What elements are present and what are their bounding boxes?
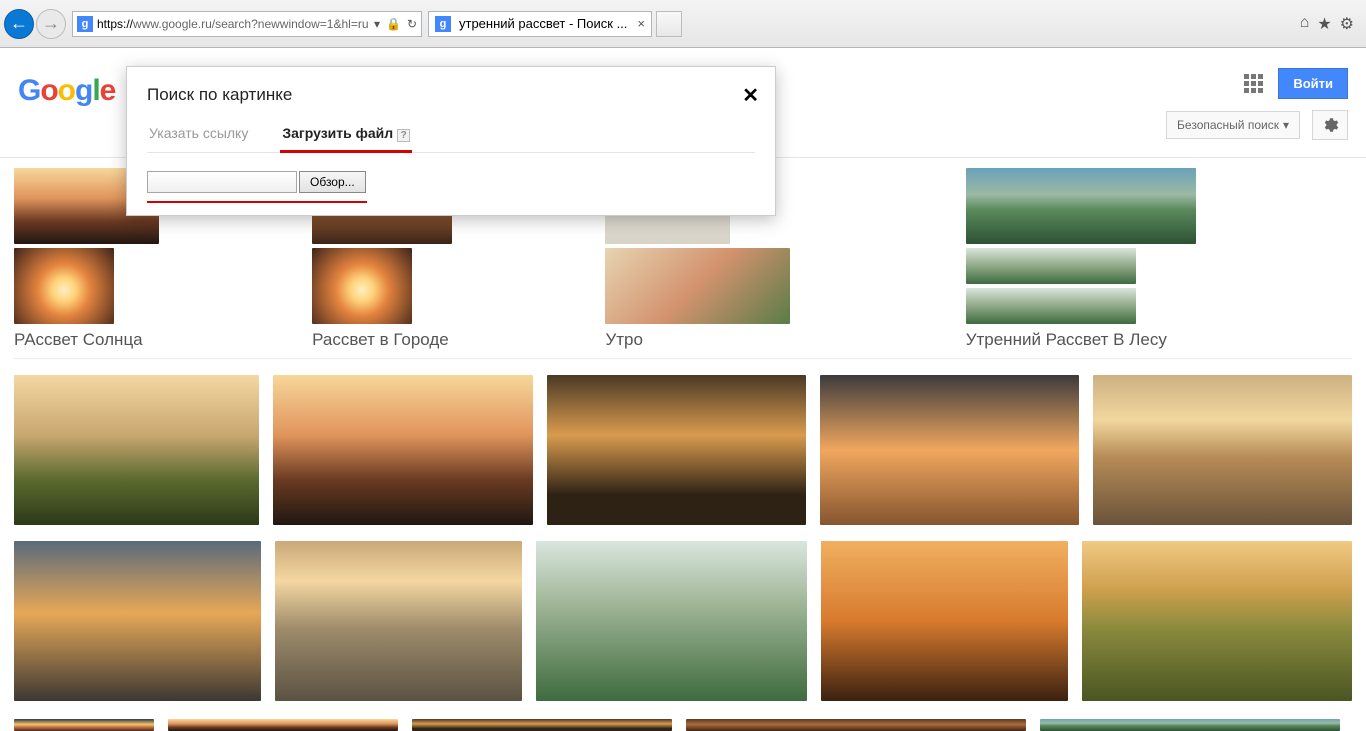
image-result[interactable]: [275, 541, 522, 701]
image-result[interactable]: [820, 375, 1079, 525]
image-result[interactable]: [1093, 375, 1352, 525]
browser-right-icons: ⌂ ★ ⚙: [1300, 14, 1362, 34]
image-result[interactable]: [1040, 719, 1340, 731]
tab-favicon-icon: g: [435, 16, 451, 32]
refresh-icon[interactable]: ↻: [407, 17, 417, 31]
browser-tab[interactable]: g утренний рассвет - Поиск ... ×: [428, 11, 652, 37]
image-result[interactable]: [14, 375, 259, 525]
related-thumb[interactable]: [312, 248, 412, 324]
tab-paste-url[interactable]: Указать ссылку: [147, 119, 250, 152]
image-result[interactable]: [536, 541, 808, 701]
lock-icon[interactable]: 🔒: [386, 17, 401, 31]
settings-gear-button[interactable]: [1312, 110, 1348, 140]
image-result[interactable]: [686, 719, 1026, 731]
dropdown-icon[interactable]: ▾: [374, 17, 380, 31]
related-group[interactable]: Утренний Рассвет В Лесу: [966, 168, 1352, 350]
search-tools-row: Безопасный поиск▾: [1166, 110, 1348, 140]
image-result[interactable]: [14, 541, 261, 701]
related-label: Рассвет в Городе: [312, 330, 545, 350]
dialog-tabs: Указать ссылку Загрузить файл?: [147, 119, 755, 153]
dialog-title: Поиск по картинке: [147, 85, 755, 105]
tab-upload-file[interactable]: Загрузить файл?: [280, 119, 412, 152]
image-result[interactable]: [547, 375, 806, 525]
image-result[interactable]: [821, 541, 1068, 701]
related-thumb[interactable]: [966, 168, 1196, 244]
related-thumb[interactable]: [14, 248, 114, 324]
related-thumb[interactable]: [966, 248, 1136, 284]
file-path-input[interactable]: [147, 171, 297, 193]
address-bar[interactable]: g https://www.google.ru/search?newwindow…: [72, 11, 422, 37]
image-row: [14, 541, 1352, 701]
image-result[interactable]: [14, 719, 154, 731]
nav-forward-button[interactable]: →: [36, 9, 66, 39]
related-label: Утро: [605, 330, 905, 350]
related-label: Утренний Рассвет В Лесу: [966, 330, 1352, 350]
caret-down-icon: ▾: [1283, 118, 1289, 132]
help-icon[interactable]: ?: [397, 129, 410, 142]
dialog-close-icon[interactable]: ✕: [742, 83, 759, 108]
google-logo[interactable]: Google: [18, 74, 115, 108]
apps-grid-icon[interactable]: [1244, 74, 1264, 94]
favorites-icon[interactable]: ★: [1317, 14, 1331, 34]
image-results: РАссвет Солнца Рассвет в Городе Утро: [0, 158, 1366, 731]
tab-close-icon[interactable]: ×: [637, 16, 645, 31]
favicon-icon: g: [77, 16, 93, 32]
image-row: [14, 375, 1352, 525]
upload-controls: Обзор...: [147, 171, 527, 193]
signin-button[interactable]: Войти: [1278, 68, 1348, 99]
image-result[interactable]: [273, 375, 532, 525]
image-result[interactable]: [168, 719, 398, 731]
highlight-underline: [147, 201, 367, 203]
browser-toolbar: ← → g https://www.google.ru/search?newwi…: [0, 0, 1366, 48]
related-label: РАссвет Солнца: [14, 330, 252, 350]
search-by-image-dialog: Поиск по картинке ✕ Указать ссылку Загру…: [126, 66, 776, 216]
new-tab-button[interactable]: [656, 11, 682, 37]
safe-search-dropdown[interactable]: Безопасный поиск▾: [1166, 111, 1300, 139]
browse-button[interactable]: Обзор...: [299, 171, 366, 193]
url-text: https://www.google.ru/search?newwindow=1…: [97, 17, 370, 31]
tab-title: утренний рассвет - Поиск ...: [459, 16, 627, 31]
image-result[interactable]: [412, 719, 672, 731]
address-bar-icons: ▾ 🔒 ↻: [374, 17, 417, 31]
image-row: [14, 719, 1352, 731]
tools-icon[interactable]: ⚙: [1340, 14, 1354, 34]
nav-back-button[interactable]: ←: [4, 9, 34, 39]
home-icon[interactable]: ⌂: [1300, 14, 1310, 34]
related-thumb[interactable]: [966, 288, 1136, 324]
header-right: Войти: [1244, 68, 1348, 99]
image-result[interactable]: [1082, 541, 1352, 701]
related-thumb[interactable]: [605, 248, 790, 324]
